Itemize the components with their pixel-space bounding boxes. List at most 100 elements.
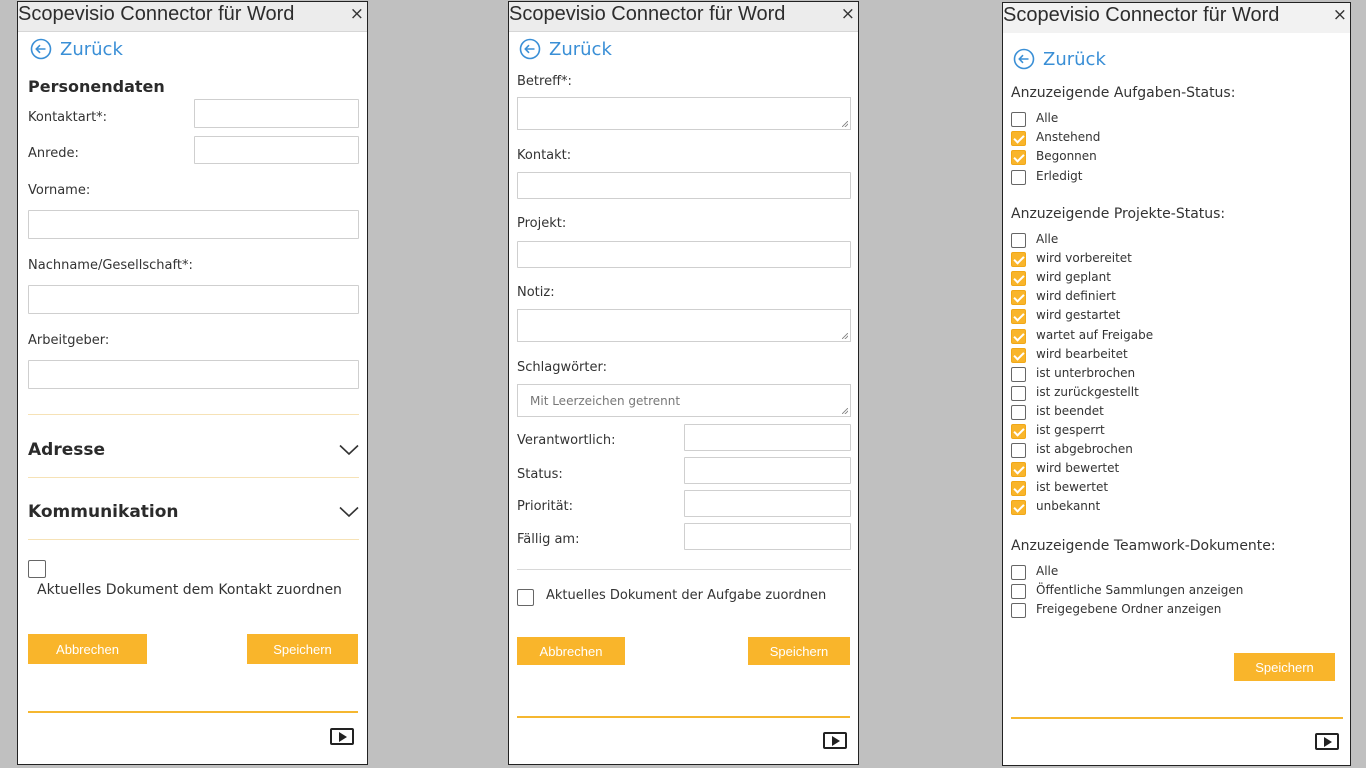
aufgaben-checkbox-label: Begonnen: [1036, 149, 1097, 164]
projekte-checkbox-label: wird gestartet: [1036, 308, 1121, 323]
notiz-field[interactable]: [517, 309, 851, 342]
projekt-field[interactable]: [517, 241, 851, 268]
divider: [28, 477, 359, 478]
projekte-checkbox-label: wird geplant: [1036, 270, 1111, 285]
back-link[interactable]: Zurück: [30, 38, 123, 60]
prioritaet-label: Priorität:: [517, 499, 574, 514]
cancel-button[interactable]: Abbrechen: [28, 634, 147, 664]
projekte-checkbox[interactable]: [1011, 385, 1026, 401]
window-title: Scopevisio Connector für Word: [18, 3, 295, 25]
aufgaben-checkbox-label: Erledigt: [1036, 168, 1083, 183]
back-label: Zurück: [60, 38, 123, 60]
teamwork-checkbox-label: Öffentliche Sammlungen anzeigen: [1036, 583, 1244, 598]
close-icon[interactable]: ×: [841, 4, 855, 24]
notiz-label: Notiz:: [517, 285, 555, 300]
window-title: Scopevisio Connector für Word: [1003, 4, 1280, 26]
kontaktart-field[interactable]: [194, 99, 359, 128]
video-play-icon[interactable]: [823, 732, 847, 749]
aufgaben-checkbox-label: Anstehend: [1036, 130, 1101, 145]
prioritaet-field[interactable]: [684, 490, 851, 517]
divider: [517, 569, 851, 570]
arrow-left-circle-icon: [1013, 48, 1035, 70]
projekte-checkbox[interactable]: [1011, 404, 1026, 420]
arrow-left-circle-icon: [519, 38, 541, 60]
nachname-label: Nachname/Gesellschaft*:: [28, 258, 193, 273]
assign-document-checkbox[interactable]: [28, 560, 46, 578]
status-label: Status:: [517, 467, 563, 482]
task-pane: Scopevisio Connector für Word × Zurück B…: [508, 1, 859, 765]
betreff-label: Betreff*:: [517, 74, 572, 89]
kommunikation-accordion[interactable]: Kommunikation: [28, 494, 359, 530]
projekte-checkbox-label: ist gesperrt: [1036, 423, 1105, 437]
projekte-checkbox[interactable]: [1011, 328, 1026, 344]
section-personendaten: Personendaten: [28, 77, 165, 96]
nachname-field[interactable]: [28, 285, 359, 314]
projekte-checkbox[interactable]: [1011, 252, 1026, 268]
window-title: Scopevisio Connector für Word: [509, 3, 786, 25]
chevron-down-icon: [339, 444, 359, 456]
chevron-down-icon: [339, 506, 359, 518]
projekte-checkbox[interactable]: [1011, 462, 1026, 478]
schlagwoerter-label: Schlagwörter:: [517, 360, 607, 375]
projekte-checkbox[interactable]: [1011, 347, 1026, 363]
back-label: Zurück: [549, 38, 612, 60]
projekte-checkbox[interactable]: [1011, 500, 1026, 516]
projekte-checkbox-label: ist beendet: [1036, 403, 1104, 418]
anrede-field[interactable]: [194, 136, 359, 164]
close-icon[interactable]: ×: [1333, 5, 1347, 25]
projekte-checkbox-label: wird vorbereitet: [1036, 251, 1132, 266]
divider: [28, 539, 359, 540]
video-play-icon[interactable]: [330, 728, 354, 745]
assign-document-label: Aktuelles Dokument der Aufgabe zuordnen: [546, 588, 827, 603]
projekte-checkbox[interactable]: [1011, 481, 1026, 497]
projekte-checkbox[interactable]: [1011, 271, 1026, 287]
save-button[interactable]: Speichern: [748, 637, 850, 665]
schlagwoerter-placeholder: Mit Leerzeichen getrennt: [530, 394, 681, 408]
save-button[interactable]: Speichern: [1234, 653, 1335, 681]
projekte-checkbox[interactable]: [1011, 290, 1026, 306]
cancel-button[interactable]: Abbrechen: [517, 637, 625, 665]
arbeitgeber-field[interactable]: [28, 360, 359, 389]
teamwork-checkbox[interactable]: [1011, 603, 1026, 619]
back-link[interactable]: Zurück: [1013, 48, 1106, 70]
back-link[interactable]: Zurück: [519, 38, 612, 60]
adresse-title: Adresse: [28, 440, 106, 460]
projekte-checkbox[interactable]: [1011, 309, 1026, 325]
projekte-status-title: Anzuzeigende Projekte-Status:: [1011, 206, 1226, 222]
schlagwoerter-field[interactable]: Mit Leerzeichen getrennt: [517, 384, 851, 417]
save-button[interactable]: Speichern: [247, 634, 358, 664]
anrede-label: Anrede:: [28, 146, 79, 161]
aufgaben-checkbox[interactable]: [1011, 169, 1026, 185]
vorname-label: Vorname:: [28, 183, 91, 198]
kommunikation-title: Kommunikation: [28, 502, 179, 522]
verantwortlich-label: Verantwortlich:: [517, 433, 616, 448]
projekt-label: Projekt:: [517, 216, 567, 231]
projekte-checkbox-label: ist bewertet: [1036, 480, 1109, 495]
aufgaben-checkbox[interactable]: [1011, 150, 1026, 166]
title-bar: Scopevisio Connector für Word ×: [1003, 3, 1350, 33]
footer-divider: [28, 711, 358, 713]
projekte-checkbox-label: Alle: [1036, 232, 1059, 246]
teamwork-title: Anzuzeigende Teamwork-Dokumente:: [1011, 538, 1276, 554]
projekte-checkbox[interactable]: [1011, 366, 1026, 382]
faellig-label: Fällig am:: [517, 532, 580, 547]
projekte-checkbox[interactable]: [1011, 424, 1026, 439]
projekte-checkbox[interactable]: [1011, 443, 1026, 459]
teamwork-checkbox[interactable]: [1011, 584, 1026, 600]
projekte-checkbox-label: wartet auf Freigabe: [1036, 327, 1154, 342]
aufgaben-checkbox[interactable]: [1011, 112, 1026, 127]
assign-document-checkbox[interactable]: [517, 589, 534, 606]
video-play-icon[interactable]: [1315, 733, 1339, 750]
teamwork-checkbox[interactable]: [1011, 565, 1026, 580]
close-icon[interactable]: ×: [350, 4, 364, 24]
verantwortlich-field[interactable]: [684, 424, 851, 451]
kontakt-field[interactable]: [517, 172, 851, 199]
projekte-checkbox[interactable]: [1011, 233, 1026, 248]
aufgaben-checkbox[interactable]: [1011, 131, 1026, 147]
title-bar: Scopevisio Connector für Word ×: [509, 2, 858, 32]
betreff-field[interactable]: [517, 97, 851, 130]
vorname-field[interactable]: [28, 210, 359, 239]
faellig-field[interactable]: [684, 523, 851, 550]
adresse-accordion[interactable]: Adresse: [28, 432, 359, 468]
status-field[interactable]: [684, 457, 851, 484]
